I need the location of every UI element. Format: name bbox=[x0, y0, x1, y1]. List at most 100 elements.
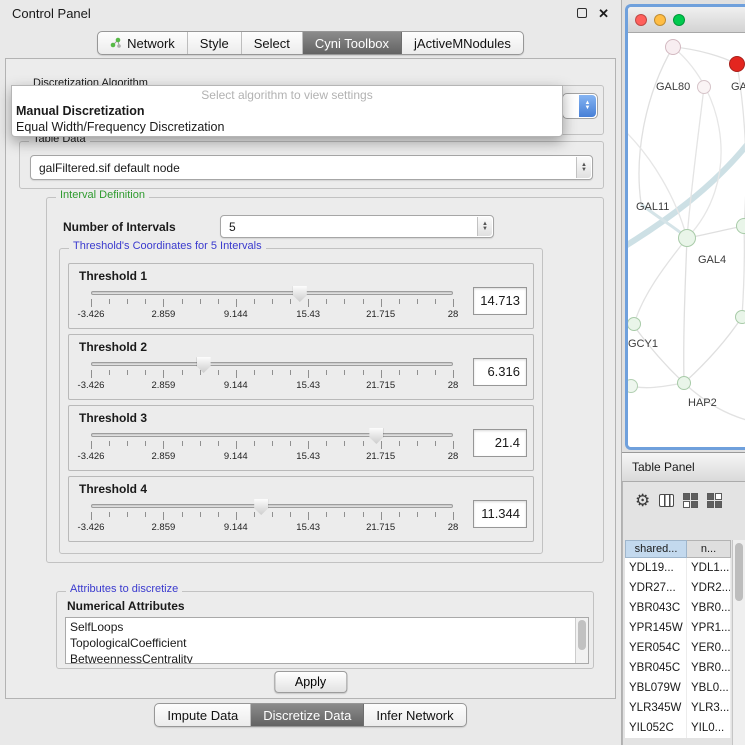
columns-icon[interactable] bbox=[659, 494, 674, 507]
slider-tick bbox=[163, 441, 164, 449]
table-row[interactable]: YPR145WYPR1... bbox=[625, 618, 731, 638]
tab-discretize-data[interactable]: Discretize Data bbox=[251, 704, 364, 726]
tab-infer-network[interactable]: Infer Network bbox=[364, 704, 465, 726]
network-edge bbox=[684, 317, 742, 383]
tab-select[interactable]: Select bbox=[242, 32, 303, 54]
table-data-select[interactable]: galFiltered.sif default node ▲ ▼ bbox=[30, 155, 593, 180]
slider-tick bbox=[453, 370, 454, 378]
slider-tick bbox=[399, 441, 400, 446]
column-header-shared-name[interactable]: shared... bbox=[625, 540, 687, 558]
slider-tick bbox=[290, 370, 291, 375]
network-node[interactable] bbox=[735, 310, 745, 324]
slider-tick bbox=[200, 299, 201, 304]
number-of-intervals-value: 5 bbox=[229, 220, 236, 234]
slider-tick bbox=[236, 441, 237, 449]
network-node[interactable] bbox=[678, 229, 696, 247]
slider-tick bbox=[127, 441, 128, 446]
slider-tick-label: 28 bbox=[448, 380, 459, 391]
network-node[interactable] bbox=[697, 80, 711, 94]
tab-impute-data[interactable]: Impute Data bbox=[155, 704, 251, 726]
number-of-intervals-label: Number of Intervals bbox=[63, 220, 176, 234]
scrollbar-thumb[interactable] bbox=[735, 543, 743, 601]
apply-button[interactable]: Apply bbox=[274, 671, 347, 693]
slider-tick bbox=[381, 512, 382, 520]
threshold-value-input[interactable]: 11.344 bbox=[473, 500, 527, 528]
table-row[interactable]: YBR045CYBR0... bbox=[625, 658, 731, 678]
table-cell: YER0... bbox=[687, 638, 731, 658]
threshold-slider[interactable]: -3.4262.8599.14415.4321.71528 bbox=[79, 357, 465, 395]
slider-tick bbox=[435, 512, 436, 517]
slider-tick bbox=[308, 299, 309, 307]
slider-tick-label: 9.144 bbox=[224, 522, 248, 533]
threshold-panel: Threshold 1 -3.4262.8599.14415.4321.7152… bbox=[68, 263, 534, 329]
slider-tick-label: 28 bbox=[448, 522, 459, 533]
table-row[interactable]: YLR345WYLR3... bbox=[625, 698, 731, 718]
slider-ticks bbox=[91, 441, 453, 450]
network-node[interactable] bbox=[736, 218, 745, 234]
slider-tick-labels: -3.4262.8599.14415.4321.71528 bbox=[91, 380, 453, 392]
table-row[interactable]: YER054CYER0... bbox=[625, 638, 731, 658]
network-canvas[interactable]: GAL80GAGAL11GAL4GCY1HAP2 bbox=[628, 33, 745, 450]
select-rows-icon[interactable] bbox=[707, 493, 722, 508]
table-panel-body: ⚙ shared... n... YDL19...YDL1...YDR27...… bbox=[622, 482, 745, 745]
table-row[interactable]: YIL052CYIL0... bbox=[625, 718, 731, 738]
table-cell: YLR3... bbox=[687, 698, 731, 718]
network-view-window[interactable]: GAL80GAGAL11GAL4GCY1HAP2 bbox=[625, 4, 745, 450]
network-edge bbox=[639, 47, 673, 203]
table-scrollbar[interactable] bbox=[732, 540, 745, 745]
tab-network[interactable]: Network bbox=[98, 32, 188, 54]
algorithm-select-partial[interactable]: ▲ ▼ bbox=[562, 93, 598, 119]
slider-tick-label: 2.859 bbox=[152, 522, 176, 533]
table-row[interactable]: YBL079WYBL0... bbox=[625, 678, 731, 698]
slider-tick bbox=[363, 512, 364, 517]
select-columns-icon[interactable] bbox=[683, 493, 698, 508]
dropdown-item-equal-width-frequency[interactable]: Equal Width/Frequency Discretization bbox=[12, 119, 562, 135]
list-item[interactable]: SelfLoops bbox=[70, 619, 575, 635]
attribute-list: SelfLoopsTopologicalCoefficientBetweenne… bbox=[66, 618, 575, 663]
dropdown-item-manual-discretization[interactable]: Manual Discretization bbox=[12, 103, 562, 119]
list-item[interactable]: TopologicalCoefficient bbox=[70, 635, 575, 651]
tab-jactivemnodules[interactable]: jActiveMNodules bbox=[402, 32, 523, 54]
slider-tick bbox=[453, 441, 454, 449]
list-scrollbar[interactable] bbox=[575, 618, 588, 663]
threshold-value-input[interactable]: 21.4 bbox=[473, 429, 527, 457]
table-row[interactable]: YBR043CYBR0... bbox=[625, 598, 731, 618]
list-item[interactable]: BetweennessCentrality bbox=[70, 651, 575, 664]
slider-tick-labels: -3.4262.8599.14415.4321.71528 bbox=[91, 309, 453, 321]
slider-tick bbox=[236, 370, 237, 378]
threshold-panel: Threshold 4 -3.4262.8599.14415.4321.7152… bbox=[68, 476, 534, 542]
threshold-value-input[interactable]: 14.713 bbox=[473, 287, 527, 315]
scrollbar-thumb[interactable] bbox=[578, 620, 586, 650]
threshold-value-input[interactable]: 6.316 bbox=[473, 358, 527, 386]
slider-track[interactable] bbox=[91, 362, 453, 366]
gear-icon[interactable]: ⚙ bbox=[635, 492, 650, 509]
tab-style[interactable]: Style bbox=[188, 32, 242, 54]
number-of-intervals-select[interactable]: 5 ▲ ▼ bbox=[220, 215, 494, 238]
threshold-slider[interactable]: -3.4262.8599.14415.4321.71528 bbox=[79, 428, 465, 466]
tab-cyni-toolbox[interactable]: Cyni Toolbox bbox=[303, 32, 402, 54]
table-row[interactable]: YDR27...YDR2... bbox=[625, 578, 731, 598]
slider-tick bbox=[145, 299, 146, 304]
zoom-traffic-icon[interactable] bbox=[673, 14, 685, 26]
tab-label: Impute Data bbox=[167, 708, 238, 723]
minimize-traffic-icon[interactable] bbox=[654, 14, 666, 26]
node-table-header: shared... n... bbox=[625, 540, 731, 558]
slider-track[interactable] bbox=[91, 433, 453, 437]
close-traffic-icon[interactable] bbox=[635, 14, 647, 26]
network-node[interactable] bbox=[677, 376, 691, 390]
slider-tick bbox=[326, 512, 327, 517]
slider-tick bbox=[272, 299, 273, 304]
threshold-slider[interactable]: -3.4262.8599.14415.4321.71528 bbox=[79, 499, 465, 537]
network-node[interactable] bbox=[665, 39, 681, 55]
slider-track[interactable] bbox=[91, 291, 453, 295]
close-icon[interactable]: ✕ bbox=[598, 7, 609, 20]
column-header-name[interactable]: n... bbox=[687, 540, 731, 558]
network-edge bbox=[684, 238, 687, 383]
slider-track[interactable] bbox=[91, 504, 453, 508]
slider-tick bbox=[308, 370, 309, 378]
float-window-icon[interactable] bbox=[577, 8, 587, 18]
network-node[interactable] bbox=[729, 56, 745, 72]
interval-definition-group: Interval Definition Number of Intervals … bbox=[46, 197, 604, 563]
table-row[interactable]: YDL19...YDL1... bbox=[625, 558, 731, 578]
threshold-slider[interactable]: -3.4262.8599.14415.4321.71528 bbox=[79, 286, 465, 324]
